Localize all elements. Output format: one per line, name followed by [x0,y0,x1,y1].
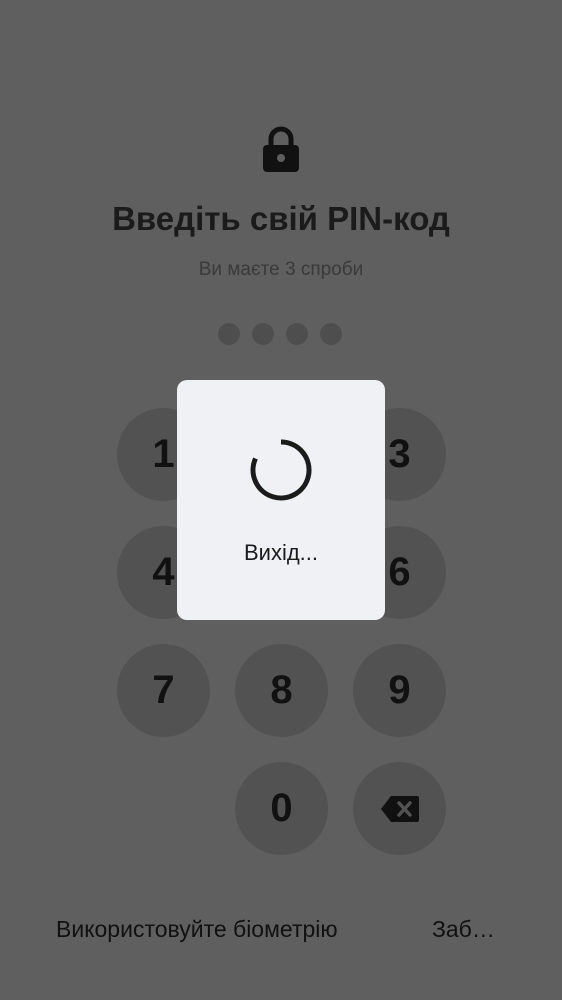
pin-dot [320,323,342,345]
pin-indicator [218,323,342,345]
pin-dot [252,323,274,345]
page-title: Введіть свій PIN-код [112,200,450,237]
key-8[interactable]: 8 [235,644,328,737]
key-0[interactable]: 0 [235,762,328,855]
key-9[interactable]: 9 [353,644,446,737]
attempts-remaining-text: Ви маєте 3 спроби [198,259,364,280]
loading-text: Вихід... [243,540,319,565]
use-biometry-link[interactable]: Використовуйте біометрію [56,916,338,943]
loading-dialog: Вихід... [177,380,385,620]
lock-icon [263,126,299,172]
backspace-icon [380,795,419,822]
backspace-button[interactable] [353,762,446,855]
loading-spinner-icon [250,439,312,501]
pin-dot [286,323,308,345]
key-7[interactable]: 7 [117,644,210,737]
pin-dot [218,323,240,345]
forgot-pin-link[interactable]: Заб… [432,916,495,943]
